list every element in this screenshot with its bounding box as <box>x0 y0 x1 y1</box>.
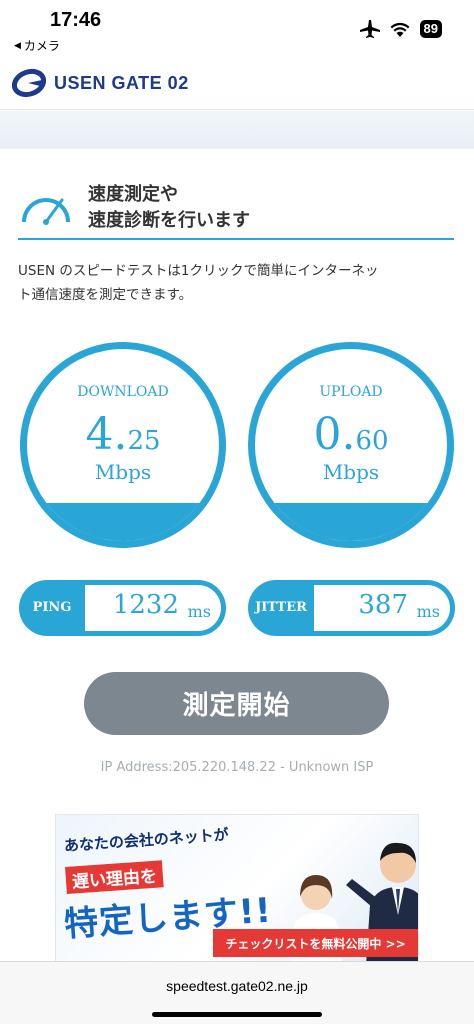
intro-line2: ト通信速度を測定できます。 <box>18 287 193 303</box>
ping-value-box: 1232 ms <box>85 585 221 631</box>
download-unit: Mbps <box>94 460 152 484</box>
section-heading: 速度測定や 速度診断を行います <box>18 180 454 240</box>
upload-unit: Mbps <box>322 460 380 484</box>
ip-address-info: IP Address:205.220.148.22 - Unknown ISP <box>100 760 374 775</box>
browser-url-bar[interactable]: speedtest.gate02.ne.jp <box>0 961 474 1024</box>
upload-value-int: 0. <box>313 409 356 460</box>
logo-text: USEN GATE 02 <box>54 72 189 93</box>
site-header: USEN GATE 02 <box>0 60 474 110</box>
jitter-value-box: 387 ms <box>314 585 450 631</box>
banner-subheadline: 遅い理由を <box>65 860 164 894</box>
site-logo[interactable]: USEN GATE 02 <box>12 68 189 98</box>
wifi-icon <box>390 22 410 37</box>
ping-value: 1232 <box>112 590 179 620</box>
start-measurement-button[interactable]: 測定開始 <box>84 672 389 735</box>
download-value-int: 4. <box>85 409 128 460</box>
jitter-value: 387 <box>358 590 408 620</box>
airplane-icon <box>359 20 380 38</box>
download-label: DOWNLOAD <box>77 384 169 400</box>
header-band <box>0 111 474 149</box>
intro-text: USEN のスピードテストは1クリックで簡単にインターネッ ト通信速度を測定でき… <box>18 259 458 307</box>
ping-unit: ms <box>187 602 211 621</box>
usen-logo-icon <box>12 68 46 98</box>
section-title: 速度測定や 速度診断を行います <box>88 182 250 234</box>
section-title-line1: 速度測定や <box>88 184 178 205</box>
upload-dial: UPLOAD 0.60 Mbps <box>248 342 454 548</box>
intro-line1: USEN のスピードテストは1クリックで簡単にインターネッ <box>18 263 379 279</box>
speedometer-icon <box>22 198 70 225</box>
banner-headline: あなたの会社のネットが <box>63 825 230 855</box>
banner-cta-button[interactable]: チェックリストを無料公開中 >> <box>213 929 418 957</box>
jitter-unit: ms <box>416 602 440 621</box>
download-value-dec: 25 <box>127 426 161 456</box>
jitter-box: JITTER 387 ms <box>248 580 455 636</box>
upload-value: 0.60 <box>255 409 447 460</box>
back-to-camera-link[interactable]: ◀ カメラ <box>14 37 60 54</box>
download-dial: DOWNLOAD 4.25 Mbps <box>20 342 226 548</box>
status-bar: 17:46 ◀ カメラ 89 <box>0 0 474 60</box>
back-label: カメラ <box>23 39 60 53</box>
home-indicator <box>152 1012 322 1017</box>
back-triangle-icon: ◀ <box>14 40 21 51</box>
section-title-line2: 速度診断を行います <box>88 210 250 231</box>
download-fill <box>27 502 219 541</box>
url-text[interactable]: speedtest.gate02.ne.jp <box>0 978 474 994</box>
banner-ad[interactable]: あなたの会社のネットが 遅い理由を 特定します!! チェックリストを無料公開中 … <box>55 814 419 964</box>
jitter-label: JITTER <box>255 600 307 615</box>
status-time: 17:46 <box>50 9 102 31</box>
download-value: 4.25 <box>27 409 219 460</box>
status-icons: 89 <box>359 20 442 38</box>
upload-value-dec: 60 <box>355 426 389 456</box>
battery-icon: 89 <box>419 20 442 38</box>
ping-box: PING 1232 ms <box>19 580 226 636</box>
upload-label: UPLOAD <box>319 384 383 400</box>
upload-fill <box>255 502 447 541</box>
ping-label: PING <box>32 600 72 615</box>
